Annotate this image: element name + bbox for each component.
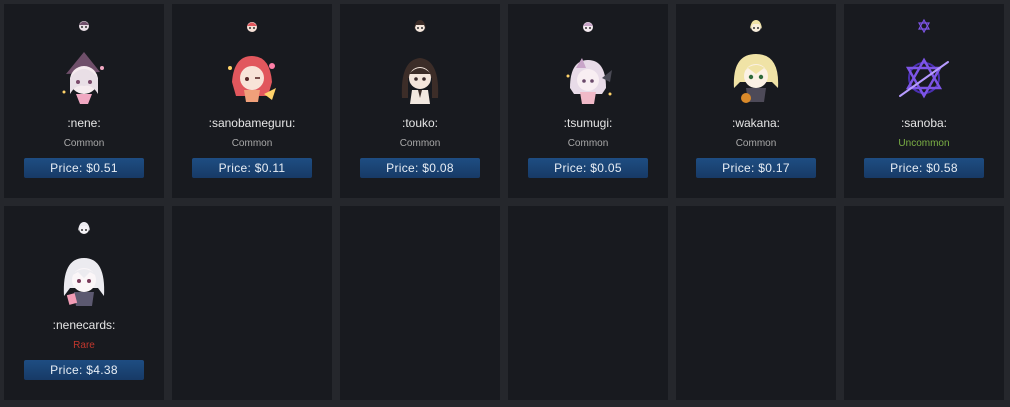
price-button[interactable]: Price: $0.05 (528, 158, 648, 178)
price-button[interactable]: Price: $0.11 (192, 158, 312, 178)
price-button[interactable]: Price: $0.58 (864, 158, 984, 178)
emote-card-wakana[interactable]: :wakana: Common Price: $0.17 (676, 4, 836, 198)
empty-card-slot (844, 206, 1004, 400)
empty-card-slot (340, 206, 500, 400)
tsumugi-small-icon (583, 22, 593, 32)
price-button[interactable]: Price: $0.51 (24, 158, 144, 178)
wakana-emote-icon (733, 54, 779, 103)
rarity-label: Common (63, 138, 105, 149)
rarity-label: Common (567, 138, 609, 149)
emote-name: :nene: (67, 116, 101, 130)
emote-card-nenecards[interactable]: :nenecards: Rare Price: $4.38 (4, 206, 164, 400)
rarity-label: Common (735, 138, 777, 149)
empty-card-slot (508, 206, 668, 400)
emote-card-sanoba[interactable]: :sanoba: Uncommon Price: $0.58 (844, 4, 1004, 198)
rarity-label: Common (399, 138, 441, 149)
touko-emote-icon (401, 58, 439, 104)
nenecards-emote-icon (63, 258, 105, 306)
price-button[interactable]: Price: $0.17 (696, 158, 816, 178)
emote-name: :sanoba: (900, 116, 948, 130)
sanobameguru-emote-icon (228, 56, 276, 102)
rarity-label: Uncommon (898, 138, 950, 149)
emote-card-touko[interactable]: :touko: Common Price: $0.08 (340, 4, 500, 198)
emote-card-nene[interactable]: :nene: Common Price: $0.51 (4, 4, 164, 198)
empty-card-slot (172, 206, 332, 400)
emote-name: :wakana: (731, 116, 781, 130)
sanobameguru-small-icon (247, 22, 257, 32)
emote-name: :nenecards: (52, 318, 116, 332)
sanoba-hexagram-icon (899, 57, 949, 99)
emote-card-sanobameguru[interactable]: :sanobameguru: Common Price: $0.11 (172, 4, 332, 198)
wakana-small-icon (750, 20, 762, 32)
rarity-label: Common (231, 138, 273, 149)
rarity-label: Rare (73, 340, 95, 351)
emote-card-grid: :nene: Common Price: $0.51 :sanobameguru… (4, 4, 1006, 400)
emote-name: :tsumugi: (563, 116, 613, 130)
nene-small-icon (79, 21, 89, 31)
sanoba-small-icon (917, 18, 931, 34)
empty-card-slot (676, 206, 836, 400)
touko-small-icon (414, 20, 426, 32)
emote-name: :sanobameguru: (208, 116, 296, 130)
emote-card-tsumugi[interactable]: :tsumugi: Common Price: $0.05 (508, 4, 668, 198)
price-button[interactable]: Price: $0.08 (360, 158, 480, 178)
price-button[interactable]: Price: $4.38 (24, 360, 144, 380)
nenecards-small-icon (78, 222, 90, 234)
nene-emote-icon (62, 52, 104, 104)
tsumugi-emote-icon (566, 58, 612, 104)
emote-name: :touko: (401, 116, 439, 130)
